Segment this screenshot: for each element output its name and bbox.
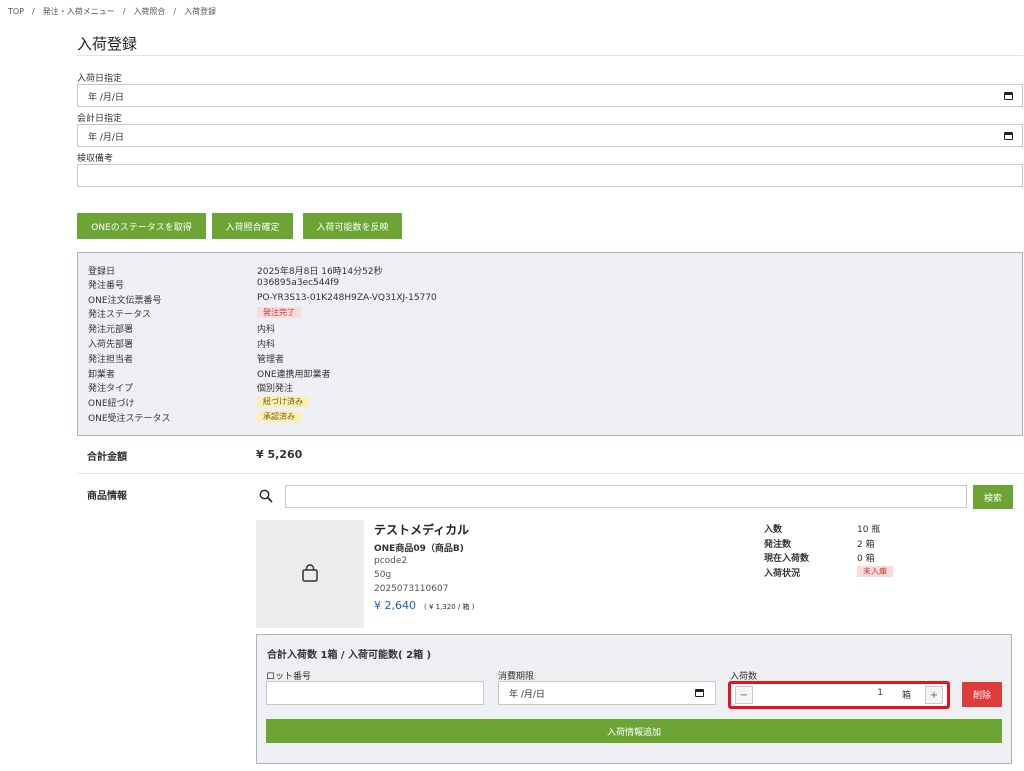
- breadcrumb-current: 入荷登録: [184, 7, 217, 16]
- get-one-status-button[interactable]: ONEのステータスを取得: [77, 213, 206, 239]
- info-value: 内科: [257, 325, 276, 335]
- breadcrumb-order-menu[interactable]: 発注・入荷メニュー: [43, 7, 115, 16]
- total-divider: [77, 473, 1023, 474]
- lot-number-input[interactable]: [266, 681, 484, 705]
- info-value: 2025年8月8日 16時14分52秒: [257, 267, 383, 277]
- lot-summary: 合計入荷数 1箱 / 入荷可能数( 2箱 ): [267, 650, 432, 661]
- add-arrival-info-button[interactable]: 入荷情報追加: [266, 719, 1002, 743]
- info-value: 個別発注: [257, 384, 294, 394]
- arrival-date-placeholder: 年 /月/日: [88, 93, 124, 103]
- confirm-arrival-button[interactable]: 入荷照合確定: [212, 213, 293, 239]
- total-value: ¥ 5,260: [256, 448, 303, 461]
- page-title: 入荷登録: [77, 35, 138, 53]
- calendar-icon[interactable]: [1004, 92, 1013, 100]
- product-section-label: 商品情報: [87, 491, 127, 502]
- shopping-bag-icon: [302, 564, 318, 582]
- breadcrumb: TOP / 発注・入荷メニュー / 入荷照合 / 入荷登録: [8, 6, 216, 17]
- qty-unit: 箱: [901, 691, 911, 701]
- qty-value[interactable]: 1: [877, 688, 883, 698]
- product-spec: 50g: [374, 570, 392, 580]
- breadcrumb-separator: /: [173, 7, 177, 16]
- search-button[interactable]: 検索: [973, 485, 1013, 509]
- product-thumbnail: [256, 520, 364, 628]
- info-key: ONE紐づけ: [88, 399, 135, 409]
- accounting-date-label: 会計日指定: [77, 114, 123, 124]
- product-search-input[interactable]: [285, 485, 967, 508]
- expiry-placeholder: 年 /月/日: [509, 690, 545, 700]
- total-label: 合計金額: [87, 452, 127, 463]
- arrival-status-badge: 未入庫: [857, 566, 893, 577]
- info-value: 管理者: [257, 355, 285, 365]
- info-key: 入荷先部署: [88, 340, 134, 350]
- info-value: PO-YR3S13-01K248H9ZA-VQ31XJ-15770: [257, 293, 437, 303]
- reflect-available-button[interactable]: 入荷可能数を反映: [303, 213, 402, 239]
- info-key: 発注番号: [88, 281, 125, 291]
- info-key: 発注タイプ: [88, 384, 134, 394]
- info-key: 発注担当者: [88, 355, 134, 365]
- breadcrumb-arrival-match[interactable]: 入荷照合: [133, 7, 165, 16]
- info-value: ONE連携用卸業者: [257, 370, 331, 380]
- breadcrumb-top[interactable]: TOP: [8, 7, 24, 16]
- info-key: 発注ステータス: [88, 310, 152, 320]
- stat-key-arrival-status: 入荷状況: [764, 569, 801, 579]
- calendar-icon[interactable]: [1004, 132, 1013, 140]
- qty-increment-button[interactable]: +: [925, 686, 943, 704]
- breadcrumb-separator: /: [122, 7, 126, 16]
- info-key: 登録日: [88, 267, 116, 277]
- stat-value-arrival-status: 未入庫: [857, 566, 893, 577]
- approval-badge: 承認済み: [257, 411, 301, 422]
- info-key: ONE受注ステータス: [88, 414, 171, 424]
- arrival-date-label: 入荷日指定: [77, 74, 123, 84]
- stat-value-quantity: 10 瓶: [857, 525, 881, 535]
- breadcrumb-separator: /: [32, 7, 35, 16]
- unit-price: ( ¥ 1,320 / 箱 ): [424, 603, 475, 611]
- info-key: 卸業者: [88, 370, 116, 380]
- product-name: ONE商品09（商品B): [374, 544, 464, 554]
- stat-value-order-count: 2 箱: [857, 540, 875, 550]
- accounting-date-placeholder: 年 /月/日: [88, 133, 124, 143]
- info-value: 内科: [257, 340, 276, 350]
- product-jan: 2025073110607: [374, 584, 449, 594]
- product-code: pcode2: [374, 556, 408, 566]
- expiry-date-input[interactable]: 年 /月/日: [498, 681, 716, 705]
- order-info-panel: 登録日 2025年8月8日 16時14分52秒 発注番号 036895a3ec5…: [77, 252, 1023, 436]
- info-key: ONE注文伝票番号: [88, 296, 162, 306]
- info-value: 036895a3ec544f9: [257, 278, 340, 288]
- stat-key-current-arrival: 現在入荷数: [764, 554, 810, 564]
- inspection-note-input[interactable]: [77, 164, 1023, 187]
- accounting-date-input[interactable]: 年 /月/日: [77, 124, 1023, 147]
- search-icon: [259, 489, 273, 503]
- stat-key-quantity: 入数: [764, 525, 783, 535]
- stat-value-current-arrival: 0 箱: [857, 554, 875, 564]
- product-price: ¥ 2,640 ( ¥ 1,320 / 箱 ): [374, 599, 474, 612]
- calendar-icon[interactable]: [695, 689, 704, 697]
- info-key: 発注元部署: [88, 325, 134, 335]
- product-maker: テストメディカル: [374, 523, 470, 537]
- title-divider: [77, 55, 1023, 56]
- qty-decrement-button[interactable]: −: [735, 686, 753, 704]
- status-badge: 発注完了: [257, 307, 301, 318]
- quantity-stepper[interactable]: − 1 箱 +: [728, 681, 950, 709]
- inspection-note-label: 検収備考: [77, 154, 114, 164]
- arrival-date-input[interactable]: 年 /月/日: [77, 84, 1023, 107]
- stat-key-order-count: 発注数: [764, 540, 792, 550]
- delete-button[interactable]: 削除: [962, 682, 1002, 707]
- price-value: ¥ 2,640: [374, 599, 416, 612]
- link-badge: 紐づけ済み: [257, 396, 309, 407]
